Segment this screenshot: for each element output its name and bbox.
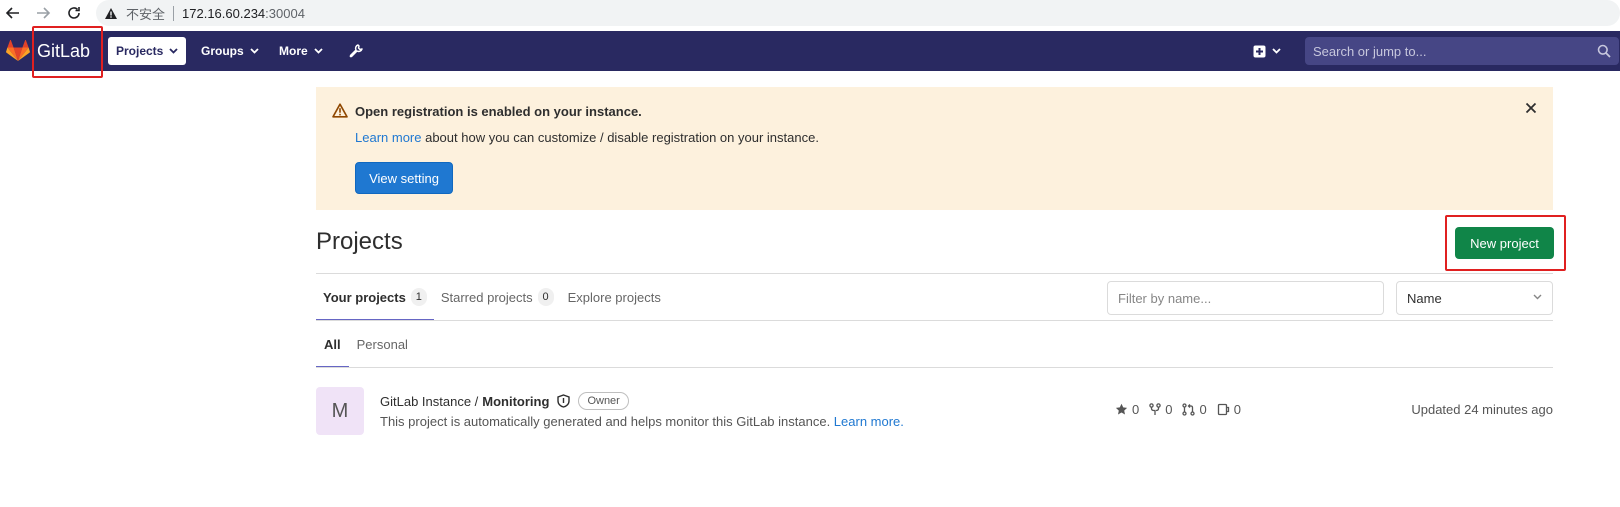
back-icon[interactable] bbox=[2, 2, 24, 24]
merge-requests-stat[interactable]: 0 bbox=[1182, 402, 1207, 417]
nav-more-label: More bbox=[279, 44, 308, 58]
tab-label: Starred projects bbox=[440, 289, 533, 305]
issues-icon bbox=[1217, 403, 1229, 416]
new-menu-dropdown[interactable] bbox=[1245, 37, 1289, 65]
nav-groups-label: Groups bbox=[201, 44, 244, 58]
tab-count-badge: 0 bbox=[537, 288, 554, 306]
not-secure-icon[interactable] bbox=[104, 7, 118, 20]
project-filter-tabs: All Personal bbox=[316, 321, 416, 368]
merge-requests-count: 0 bbox=[1199, 402, 1207, 417]
subtab-personal[interactable]: Personal bbox=[349, 321, 416, 368]
nav-projects-label: Projects bbox=[116, 44, 164, 58]
filter-placeholder: Filter by name... bbox=[1118, 290, 1212, 306]
project-learn-more-link[interactable]: Learn more. bbox=[834, 414, 904, 429]
project-avatar[interactable]: M bbox=[316, 387, 364, 435]
issues-count: 0 bbox=[1233, 402, 1241, 417]
chevron-down-icon bbox=[169, 48, 178, 54]
nav-more-dropdown[interactable]: More bbox=[271, 37, 331, 65]
global-search-input[interactable]: Search or jump to... bbox=[1305, 37, 1619, 65]
projects-tabs: Your projects 1 Starred projects 0 Explo… bbox=[316, 273, 668, 321]
stars-count: 0 bbox=[1132, 402, 1140, 417]
merge-request-icon bbox=[1182, 403, 1196, 416]
annotation-highlight-brand bbox=[32, 26, 103, 78]
chevron-down-icon bbox=[314, 48, 323, 54]
tab-count-badge: 1 bbox=[410, 288, 427, 306]
project-namespace[interactable]: GitLab Instance / bbox=[380, 394, 478, 409]
browser-toolbar: 不安全 172.16.60.234:30004 bbox=[0, 0, 1620, 27]
alert-body: Learn more about how you can customize /… bbox=[355, 130, 819, 145]
shield-icon bbox=[557, 394, 571, 408]
learn-more-link[interactable]: Learn more bbox=[355, 130, 421, 145]
forward-icon[interactable] bbox=[32, 2, 54, 24]
tab-label: Explore projects bbox=[567, 289, 661, 305]
registration-alert: Open registration is enabled on your ins… bbox=[316, 87, 1553, 210]
role-badge: Owner bbox=[578, 392, 629, 410]
divider bbox=[316, 320, 1553, 321]
forks-stat[interactable]: 0 bbox=[1149, 402, 1172, 417]
nav-groups-dropdown[interactable]: Groups bbox=[193, 37, 267, 65]
project-description: This project is automatically generated … bbox=[380, 414, 904, 429]
alert-body-text: about how you can customize / disable re… bbox=[421, 130, 819, 145]
chevron-down-icon bbox=[1272, 48, 1281, 54]
star-icon bbox=[1115, 403, 1128, 415]
reload-icon[interactable] bbox=[63, 2, 85, 24]
admin-area-wrench-icon[interactable] bbox=[340, 37, 372, 65]
project-name[interactable]: Monitoring bbox=[482, 394, 549, 409]
page-title: Projects bbox=[316, 228, 403, 255]
close-icon[interactable] bbox=[1525, 102, 1537, 114]
url-host: 172.16.60.234 bbox=[182, 5, 266, 21]
sort-dropdown[interactable]: Name bbox=[1396, 281, 1553, 315]
tab-label: Your projects bbox=[323, 289, 406, 305]
sort-selected-value: Name bbox=[1407, 290, 1442, 306]
filter-by-name-input[interactable]: Filter by name... bbox=[1107, 281, 1384, 315]
project-description-text: This project is automatically generated … bbox=[380, 414, 834, 429]
search-icon bbox=[1597, 44, 1611, 58]
plus-square-icon bbox=[1253, 45, 1266, 58]
view-setting-button[interactable]: View setting bbox=[355, 162, 453, 194]
project-updated-time: Updated 24 minutes ago bbox=[1411, 402, 1553, 417]
chevron-down-icon bbox=[250, 48, 259, 54]
stars-stat[interactable]: 0 bbox=[1115, 402, 1139, 417]
url-port: :30004 bbox=[265, 5, 305, 21]
subtab-all[interactable]: All bbox=[316, 321, 349, 368]
nav-projects-dropdown[interactable]: Projects bbox=[108, 37, 187, 65]
not-secure-label: 不安全 bbox=[126, 6, 166, 22]
project-stats: 0 0 0 0 bbox=[1115, 402, 1251, 417]
forks-count: 0 bbox=[1165, 402, 1173, 417]
alert-title: Open registration is enabled on your ins… bbox=[355, 104, 642, 119]
warning-icon bbox=[332, 103, 348, 118]
divider bbox=[316, 367, 1553, 368]
tab-starred-projects[interactable]: Starred projects 0 bbox=[434, 273, 561, 321]
fork-icon bbox=[1149, 403, 1161, 415]
address-bar[interactable]: 不安全 172.16.60.234:30004 bbox=[96, 0, 1620, 26]
project-title: GitLab Instance / Monitoring Owner bbox=[380, 392, 629, 410]
gitlab-navbar: GitLab Projects Groups More Search or ju… bbox=[0, 31, 1620, 71]
chevron-down-icon bbox=[1533, 294, 1542, 300]
tab-explore-projects[interactable]: Explore projects bbox=[561, 273, 668, 321]
issues-stat[interactable]: 0 bbox=[1217, 402, 1241, 417]
annotation-highlight-new-project bbox=[1445, 215, 1566, 271]
tab-your-projects[interactable]: Your projects 1 bbox=[316, 273, 434, 321]
gitlab-tanuki-icon bbox=[6, 40, 30, 62]
address-separator bbox=[173, 5, 175, 21]
search-placeholder: Search or jump to... bbox=[1313, 43, 1427, 59]
